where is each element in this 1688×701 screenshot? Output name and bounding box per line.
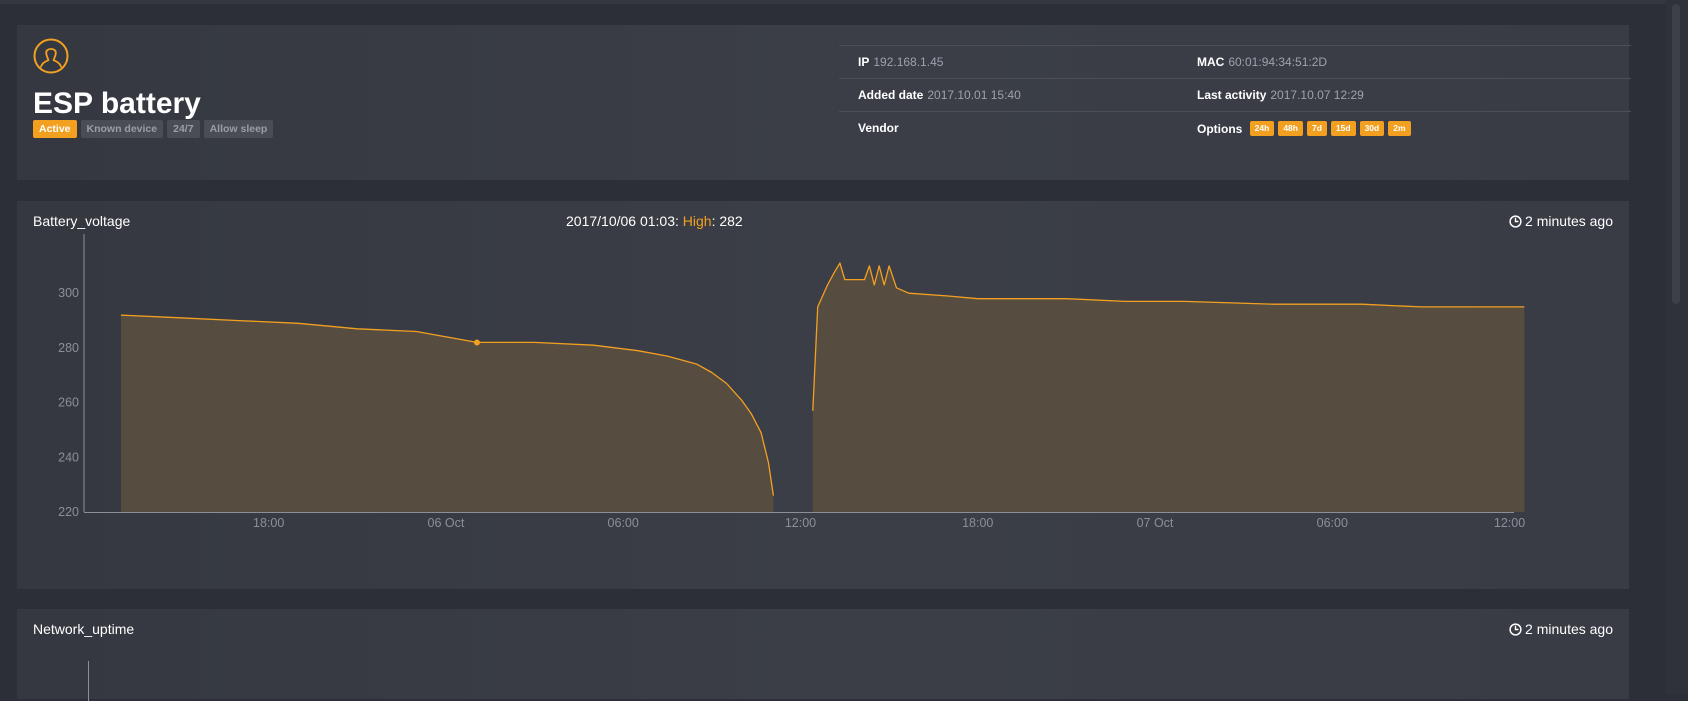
options-field: Options 24h 48h 7d 15d 30d 2m — [1197, 121, 1411, 137]
vendor-field: Vendor — [858, 122, 903, 135]
ip-value: 192.168.1.45 — [873, 55, 944, 69]
added-date-field: Added date 2017.10.01 15:40 — [858, 89, 1021, 102]
last-updated: 2 minutes ago — [1509, 213, 1613, 229]
x-tick-label: 06 Oct — [428, 516, 465, 530]
x-tick-label: 12:00 — [1494, 516, 1525, 530]
tooltip-series: High — [682, 213, 712, 229]
info-row: Vendor Options 24h 48h 7d 15d 30d 2m — [839, 111, 1631, 144]
user-icon — [33, 38, 69, 74]
badge-known-device: Known device — [80, 120, 164, 138]
top-border — [0, 0, 1688, 4]
x-tick-label: 18:00 — [253, 516, 284, 530]
badge-active: Active — [33, 120, 77, 138]
clock-icon — [1509, 622, 1522, 636]
y-tick-label: 260 — [58, 396, 79, 410]
chart-title: Battery_voltage — [33, 213, 131, 229]
y-tick-label: 300 — [58, 286, 79, 300]
range-7d-button[interactable]: 7d — [1306, 121, 1327, 136]
device-name: ESP battery — [33, 87, 201, 120]
series-area — [812, 263, 1525, 512]
y-tick-label: 220 — [58, 505, 79, 519]
info-row: Added date 2017.10.01 15:40 Last activity… — [839, 78, 1631, 111]
vendor-label: Vendor — [858, 121, 899, 135]
ip-field: IP 192.168.1.45 — [858, 56, 943, 69]
y-tick-label: 280 — [58, 341, 79, 355]
device-info: IP 192.168.1.45 MAC 60:01:94:34:51:2D Adde… — [839, 45, 1631, 144]
x-tick-label: 06:00 — [608, 516, 639, 530]
mac-value: 60:01:94:34:51:2D — [1228, 55, 1328, 69]
badge-24-7: 24/7 — [167, 120, 200, 138]
tooltip-value: 282 — [719, 213, 743, 229]
last-updated-text: 2 minutes ago — [1525, 621, 1613, 637]
mac-label: MAC — [1197, 55, 1225, 69]
series-area — [120, 315, 774, 512]
network-uptime-panel: Network_uptime 2 minutes ago — [17, 609, 1629, 701]
device-panel: ESP battery Active Known device 24/7 All… — [17, 25, 1631, 180]
x-tick-label: 06:00 — [1317, 516, 1348, 530]
tooltip-time: 2017/10/06 01:03 — [566, 213, 675, 229]
chart-tooltip: 2017/10/06 01:03: High: 282 — [566, 213, 743, 229]
mac-field: MAC 60:01:94:34:51:2D — [1197, 56, 1327, 69]
highlight-point — [473, 339, 480, 346]
added-date-label: Added date — [858, 88, 924, 102]
last-activity-value: 2017.10.07 12:29 — [1270, 88, 1364, 102]
clock-icon — [1509, 214, 1522, 228]
range-30d-button[interactable]: 30d — [1359, 121, 1385, 136]
last-activity-field: Last activity 2017.10.07 12:29 — [1197, 89, 1364, 102]
x-tick-label: 18:00 — [962, 516, 993, 530]
range-2m-button[interactable]: 2m — [1388, 121, 1411, 136]
range-24h-button[interactable]: 24h — [1249, 121, 1275, 136]
status-badges: Active Known device 24/7 Allow sleep — [33, 120, 274, 138]
range-15d-button[interactable]: 15d — [1330, 121, 1356, 136]
y-tick-label: 240 — [58, 450, 79, 464]
last-activity-label: Last activity — [1197, 88, 1267, 102]
range-options: 24h 48h 7d 15d 30d 2m — [1249, 121, 1411, 136]
uptime-y-axis — [88, 661, 89, 701]
last-updated-text: 2 minutes ago — [1525, 213, 1613, 229]
ip-label: IP — [858, 55, 870, 69]
range-48h-button[interactable]: 48h — [1278, 121, 1303, 136]
badge-allow-sleep: Allow sleep — [203, 120, 274, 138]
options-label: Options — [1197, 121, 1243, 136]
added-date-value: 2017.10.01 15:40 — [927, 88, 1021, 102]
x-tick-label: 12:00 — [785, 516, 816, 530]
info-row: IP 192.168.1.45 MAC 60:01:94:34:51:2D — [839, 45, 1631, 78]
chart-title: Network_uptime — [33, 621, 135, 637]
battery-voltage-chart[interactable]: 220 240 260 280 300 18:00 06 Oct 06:00 12:00 18:0… — [17, 201, 1629, 589]
scrollbar-thumb[interactable] — [1672, 4, 1680, 304]
last-updated: 2 minutes ago — [1509, 621, 1613, 637]
x-tick-label: 07 Oct — [1137, 516, 1174, 530]
battery-voltage-panel: 220 240 260 280 300 18:00 06 Oct 06:00 12:00 18:0… — [17, 201, 1629, 589]
